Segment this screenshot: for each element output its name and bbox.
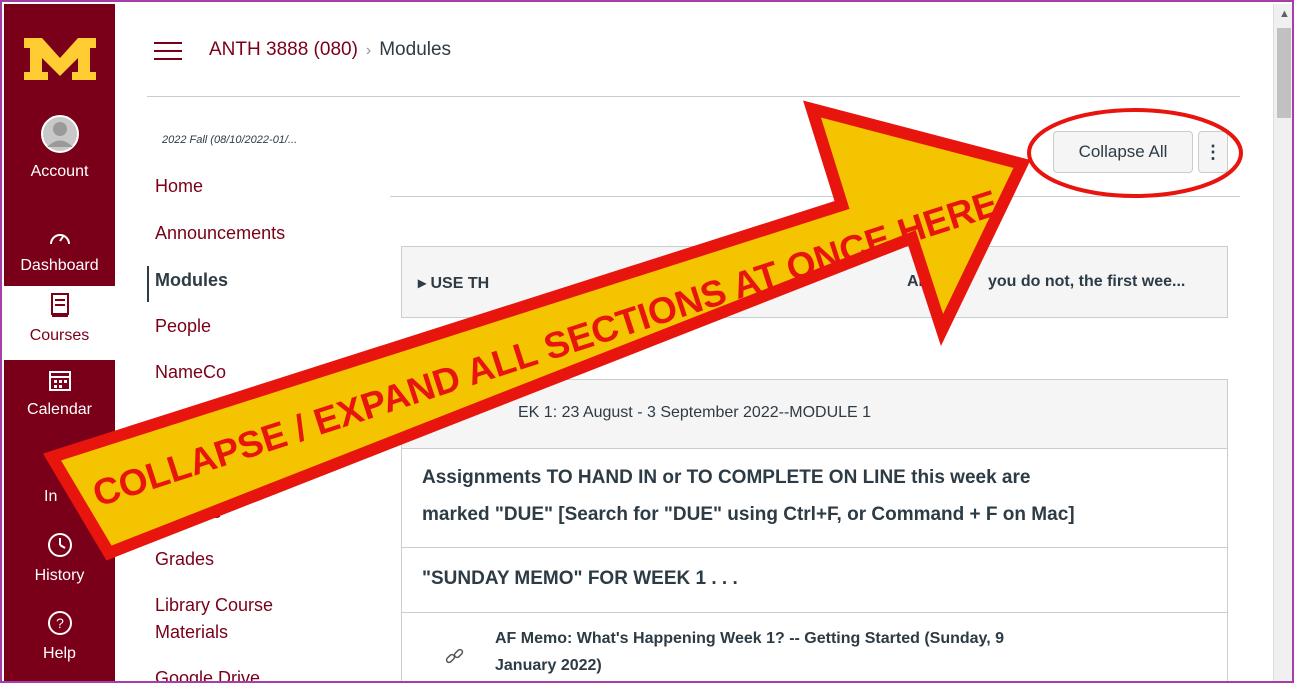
module-header-intro-right: you do not, the first wee... bbox=[988, 273, 1186, 290]
module-item-sunday-memo-header: "SUNDAY MEMO" FOR WEEK 1 . . . bbox=[402, 548, 1227, 613]
hamburger-menu-icon[interactable] bbox=[154, 42, 182, 60]
module-item-link-title-line2[interactable]: January 2022) bbox=[495, 652, 602, 679]
course-nav-grades[interactable]: Grades bbox=[155, 549, 214, 570]
nav-help-label: Help bbox=[43, 645, 76, 662]
courses-book-icon bbox=[4, 292, 115, 323]
nav-history[interactable]: History bbox=[4, 532, 115, 585]
nav-courses-label: Courses bbox=[29, 327, 90, 344]
nav-inbox-label: In bbox=[44, 488, 58, 505]
module-body-week1: Assignments TO HAND IN or TO COMPLETE ON… bbox=[401, 449, 1228, 681]
course-nav-nameco[interactable]: NameCo bbox=[155, 362, 226, 383]
global-nav: Account Dashboard Courses Calendar In Hi… bbox=[4, 4, 115, 681]
link-icon bbox=[444, 646, 466, 673]
module-header-intro[interactable]: ▸ USE TH ABOV you do not, the first wee.… bbox=[401, 246, 1228, 318]
nav-account[interactable]: Account bbox=[4, 114, 115, 181]
course-nav-home[interactable]: Home bbox=[155, 176, 203, 197]
course-nav-google-drive[interactable]: Google Drive bbox=[155, 668, 260, 681]
collapse-all-button[interactable]: Collapse All bbox=[1053, 131, 1193, 173]
scroll-up-arrow-icon[interactable]: ▲ bbox=[1274, 8, 1292, 20]
module-item-text-header: Assignments TO HAND IN or TO COMPLETE ON… bbox=[402, 449, 1227, 548]
scroll-thumb[interactable] bbox=[1277, 28, 1291, 118]
nav-account-label: Account bbox=[30, 163, 89, 180]
calendar-icon bbox=[4, 368, 115, 397]
module-item-text-line1: Assignments TO HAND IN or TO COMPLETE ON… bbox=[422, 467, 1031, 488]
dashboard-icon bbox=[4, 226, 115, 253]
module-item-text-line2: marked "DUE" [Search for "DUE" using Ctr… bbox=[422, 504, 1075, 525]
course-nav-modules[interactable]: Modules bbox=[155, 270, 228, 291]
page-scrollbar[interactable]: ▲ bbox=[1273, 4, 1292, 681]
course-nav-partial[interactable]: es bbox=[202, 502, 221, 523]
breadcrumb: ANTH 3888 (080) › Modules bbox=[209, 39, 451, 61]
module-item-sunday-memo-label: "SUNDAY MEMO" FOR WEEK 1 . . . bbox=[422, 568, 738, 589]
university-logo[interactable] bbox=[4, 34, 115, 89]
module-header-intro-mid: ABOV bbox=[907, 273, 954, 290]
breadcrumb-separator: › bbox=[365, 42, 372, 59]
course-nav-announcements[interactable]: Announcements bbox=[155, 223, 285, 244]
toolbar-divider bbox=[390, 196, 1240, 197]
breadcrumb-course-link[interactable]: ANTH 3888 (080) bbox=[209, 39, 358, 60]
nav-dashboard[interactable]: Dashboard bbox=[4, 226, 115, 275]
more-options-button[interactable]: ⋮ bbox=[1198, 131, 1228, 173]
svg-text:?: ? bbox=[56, 615, 64, 631]
avatar-icon bbox=[4, 114, 115, 159]
nav-inbox[interactable]: In bbox=[4, 488, 115, 506]
nav-dashboard-label: Dashboard bbox=[20, 257, 99, 274]
nav-calendar-label: Calendar bbox=[27, 401, 92, 418]
nav-courses[interactable]: Courses bbox=[4, 286, 115, 360]
screenshot-frame: Account Dashboard Courses Calendar In Hi… bbox=[0, 0, 1294, 683]
course-term: 2022 Fall (08/10/2022-01/... bbox=[162, 134, 298, 146]
nav-help[interactable]: ? Help bbox=[4, 610, 115, 663]
module-header-week1[interactable]: EK 1: 23 August - 3 September 2022--MODU… bbox=[401, 379, 1228, 449]
module-item-link-title-line1[interactable]: AF Memo: What's Happening Week 1? -- Get… bbox=[495, 625, 1004, 652]
course-nav-library-course[interactable]: Library Course bbox=[155, 595, 273, 616]
module-header-week1-title: EK 1: 23 August - 3 September 2022--MODU… bbox=[518, 404, 872, 421]
header-divider bbox=[147, 96, 1240, 97]
nav-history-label: History bbox=[34, 567, 85, 584]
course-nav-active-indicator bbox=[147, 266, 149, 302]
breadcrumb-current: Modules bbox=[379, 39, 452, 60]
module-item-link[interactable]: AF Memo: What's Happening Week 1? -- Get… bbox=[402, 613, 1227, 681]
course-nav-library-materials[interactable]: Materials bbox=[155, 622, 228, 643]
clock-icon bbox=[4, 532, 115, 563]
module-header-intro-left: ▸ USE TH bbox=[418, 275, 490, 292]
course-nav-people[interactable]: People bbox=[155, 316, 211, 337]
help-icon: ? bbox=[4, 610, 115, 641]
nav-calendar[interactable]: Calendar bbox=[4, 368, 115, 419]
